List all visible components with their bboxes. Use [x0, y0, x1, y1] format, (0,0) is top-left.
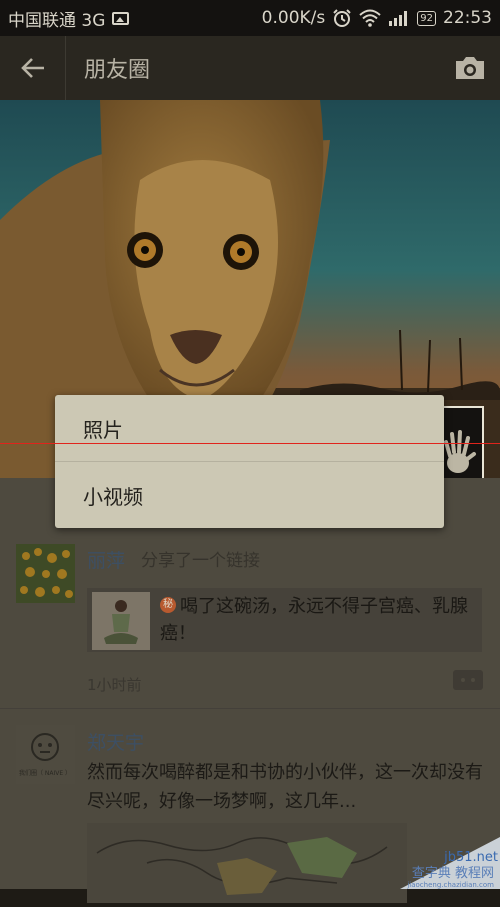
image-notification-icon: [112, 11, 130, 25]
red-guide-line: [0, 443, 500, 444]
comment-dot-icon: [461, 678, 465, 682]
watermark-logo: jb51.net 查字典 教程网 jiaocheng.chazidian.com: [400, 837, 500, 889]
camera-button[interactable]: [440, 36, 500, 100]
avatar[interactable]: [16, 544, 75, 603]
watermark-site: jb51.net: [443, 850, 498, 865]
post-text: 然而每次喝醉都是和书协的小伙伴，这一次却没有尽兴呢，好像一场梦啊，这几年...: [87, 762, 483, 812]
share-action-text: 分享了一个链接: [141, 551, 260, 571]
flower-avatar-image: [16, 544, 75, 603]
status-left: 中国联通 3G: [8, 6, 130, 31]
menu-item-photo[interactable]: 照片: [55, 395, 444, 461]
camera-options-popup: 照片 小视频: [55, 395, 444, 528]
status-right: 0.00K/s 92 22:53: [262, 8, 492, 28]
post-time: 1小时前: [87, 676, 142, 694]
clock: 22:53: [443, 8, 492, 28]
watermark-url: jiaocheng.chazidian.com: [406, 881, 494, 889]
alarm-clock-icon: [333, 9, 351, 27]
camera-icon: [456, 57, 484, 79]
signal-icon: [389, 11, 408, 26]
battery-icon: 92: [417, 10, 436, 26]
avatar-caption: 我们圈（ NAIVE ）: [19, 769, 71, 777]
post-image[interactable]: [87, 823, 407, 903]
link-thumbnail: [92, 592, 150, 650]
network-speed: 0.00K/s: [261, 8, 326, 28]
link-title: 喝了这碗汤，永远不得子宫癌、乳腺癌！: [160, 596, 468, 644]
carrier-label: 中国联通 3G: [8, 10, 106, 31]
comment-dot-icon: [471, 678, 475, 682]
page-title: 朋友圈: [84, 58, 151, 83]
wifi-icon: [359, 9, 381, 27]
menu-item-short-video[interactable]: 小视频: [55, 462, 444, 528]
status-bar: 中国联通 3G 0.00K/s 92 22:53: [0, 0, 500, 36]
watermark-brand: 查字典 教程网: [412, 865, 494, 881]
meditation-thumbnail-image: [92, 592, 150, 650]
poster-name[interactable]: 郑天宇: [87, 728, 144, 755]
back-arrow-icon: [20, 58, 44, 78]
avatar[interactable]: 我们圈（ NAIVE ）: [16, 725, 75, 784]
comment-button[interactable]: [453, 670, 483, 690]
app-header: 朋友圈: [0, 36, 500, 100]
cartoon-face-avatar-image: 我们圈（ NAIVE ）: [16, 725, 75, 784]
back-button[interactable]: [0, 36, 66, 100]
post-divider: [0, 708, 500, 709]
watermark: jb51.net 查字典 教程网 jiaocheng.chazidian.com: [360, 817, 500, 889]
shared-link-card[interactable]: 秘 喝了这碗汤，永远不得子宫癌、乳腺癌！: [87, 588, 482, 652]
poster-name[interactable]: 丽萍: [87, 546, 125, 573]
map-image: [87, 823, 407, 903]
